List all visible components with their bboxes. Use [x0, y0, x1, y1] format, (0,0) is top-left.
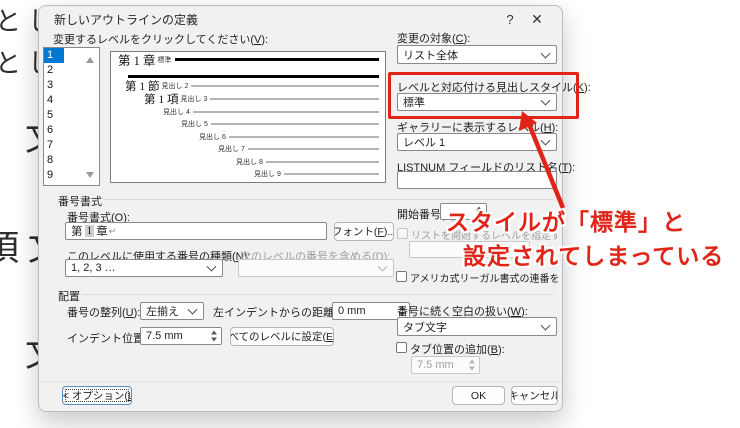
preview-number-text: 第 1 項	[144, 93, 179, 106]
level-item[interactable]: 5	[44, 108, 64, 123]
preview-line	[247, 147, 379, 150]
preview-style-tag: 見出し 2	[161, 82, 189, 90]
number-format-suffix: 章	[96, 226, 108, 238]
footer-divider	[39, 381, 562, 382]
group-divider	[104, 199, 553, 200]
preview-line	[174, 58, 379, 61]
include-level-combobox	[238, 259, 394, 277]
help-button[interactable]: ?	[501, 10, 519, 28]
gallery-level-value: レベル 1	[403, 137, 446, 149]
preview-line	[210, 122, 379, 125]
ok-button[interactable]: OK	[452, 386, 505, 405]
close-button[interactable]: ✕	[528, 10, 546, 28]
add-tab-label: タブ位置の追加(B):	[410, 344, 505, 356]
preview-row: 見出し 7	[218, 142, 379, 155]
level-item[interactable]: 7	[44, 138, 64, 153]
distance-value: 0 mm	[338, 305, 366, 317]
preview-line	[128, 75, 379, 78]
preview-row: 第 1 節 見出し 2	[125, 79, 379, 92]
number-format-prefix: 第	[71, 226, 83, 238]
preview-style-tag: 見出し 4	[163, 108, 190, 116]
preview-row: 見出し 9	[254, 167, 379, 180]
annotation-text-line2: 設定されてしまっている	[463, 243, 725, 269]
restart-level-checkbox	[397, 228, 408, 239]
preview-style-tag: 見出し 8	[236, 158, 263, 166]
spinner-arrows-icon	[469, 359, 475, 371]
preview-line	[265, 160, 379, 163]
level-list[interactable]: 1 2 3 4 5 6 7 8 9	[43, 47, 100, 186]
preview-row: 見出し 5	[181, 117, 379, 130]
spinner-arrows-icon[interactable]	[211, 330, 217, 342]
number-format-group-label: 番号書式	[58, 196, 102, 208]
preview-style-tag: 見出し 9	[254, 170, 281, 178]
indent-value: 7.5 mm	[146, 330, 183, 342]
chevron-down-icon	[540, 135, 551, 146]
preview-style-tag: 見出し 6	[199, 133, 226, 141]
position-group-label: 配置	[58, 291, 80, 303]
level-item[interactable]: 4	[44, 93, 64, 108]
level-item[interactable]: 6	[44, 123, 64, 138]
number-format-token: 1	[84, 225, 95, 237]
font-button[interactable]: フォント(F)...	[334, 222, 394, 241]
chevron-down-icon	[377, 261, 388, 272]
follow-number-combobox[interactable]: タブ文字	[397, 317, 557, 336]
level-item[interactable]: 2	[44, 63, 64, 78]
group-divider	[82, 294, 553, 295]
preview-number-text: 第 1 節	[125, 80, 160, 93]
link-style-combobox[interactable]: 標準	[397, 93, 557, 111]
chevron-down-icon	[540, 320, 551, 331]
distance-label: 左インデントからの距離(A):	[213, 307, 352, 319]
level-picker-label: 変更するレベルをクリックしてください(V):	[53, 34, 269, 46]
legal-numbering-checkbox[interactable]	[396, 271, 407, 282]
chevron-down-icon	[206, 261, 217, 272]
add-tab-spinner: 7.5 mm	[411, 356, 480, 374]
apply-to-label: 変更の対象(C):	[397, 33, 471, 45]
preview-line	[283, 172, 379, 175]
alignment-combobox[interactable]: 左揃え	[140, 302, 204, 320]
chevron-down-icon	[187, 304, 198, 315]
apply-to-value: リスト全体	[403, 49, 458, 62]
preview-line	[228, 135, 379, 138]
level-item[interactable]: 8	[44, 153, 64, 168]
preview-line	[192, 110, 379, 113]
gallery-level-combobox[interactable]: レベル 1	[397, 133, 557, 151]
chevron-down-icon	[540, 95, 551, 106]
scroll-up-icon[interactable]	[86, 57, 94, 63]
set-all-levels-button[interactable]: すべてのレベルに設定(E)...	[230, 327, 334, 346]
chevron-down-icon	[540, 48, 551, 59]
preview-row: 第 1 章 標準	[118, 53, 379, 66]
preview-style-tag: 標準	[157, 56, 172, 64]
level-item[interactable]: 9	[44, 168, 64, 183]
preview-line	[191, 84, 379, 87]
cancel-button[interactable]: キャンセル	[511, 386, 558, 405]
add-tab-value: 7.5 mm	[417, 359, 454, 371]
options-button[interactable]: << オプション(L)	[62, 386, 132, 405]
preview-number-text: 第 1 章	[118, 54, 156, 66]
scroll-down-icon[interactable]	[86, 172, 94, 178]
number-style-value: 1, 2, 3 …	[71, 262, 116, 274]
preview-style-tag: 見出し 5	[181, 120, 208, 128]
listnum-input[interactable]	[397, 171, 557, 189]
level-item[interactable]: 3	[44, 78, 64, 93]
preview-style-tag: 見出し 7	[218, 145, 245, 153]
indent-spinner[interactable]: 7.5 mm	[140, 327, 222, 345]
screen: とし とし 文 項 文 文 新しいアウトラインの定義 ? ✕ 変更するレベルをク…	[0, 0, 740, 428]
number-format-input[interactable]: 第 1 章 ↵	[65, 222, 327, 240]
number-style-combobox[interactable]: 1, 2, 3 …	[65, 259, 223, 277]
return-mark-icon: ↵	[108, 225, 117, 236]
preview-row: 第 1 項 見出し 3	[144, 92, 379, 105]
dialog-title: 新しいアウトラインの定義	[54, 13, 199, 27]
follow-number-value: タブ文字	[403, 321, 447, 334]
annotation-text-line1: スタイルが「標準」と	[446, 209, 686, 235]
link-style-value: 標準	[403, 97, 425, 109]
apply-to-combobox[interactable]: リスト全体	[397, 45, 557, 64]
preview-style-tag: 見出し 3	[180, 95, 208, 103]
legal-numbering-label: アメリカ式リーガル書式の連番を付ける(G)	[410, 274, 560, 285]
alignment-label: 番号の整列(U):	[67, 307, 141, 319]
add-tab-checkbox[interactable]	[396, 342, 407, 353]
alignment-value: 左揃え	[146, 306, 179, 318]
preview-line	[210, 97, 379, 100]
level-item[interactable]: 1	[44, 48, 64, 63]
